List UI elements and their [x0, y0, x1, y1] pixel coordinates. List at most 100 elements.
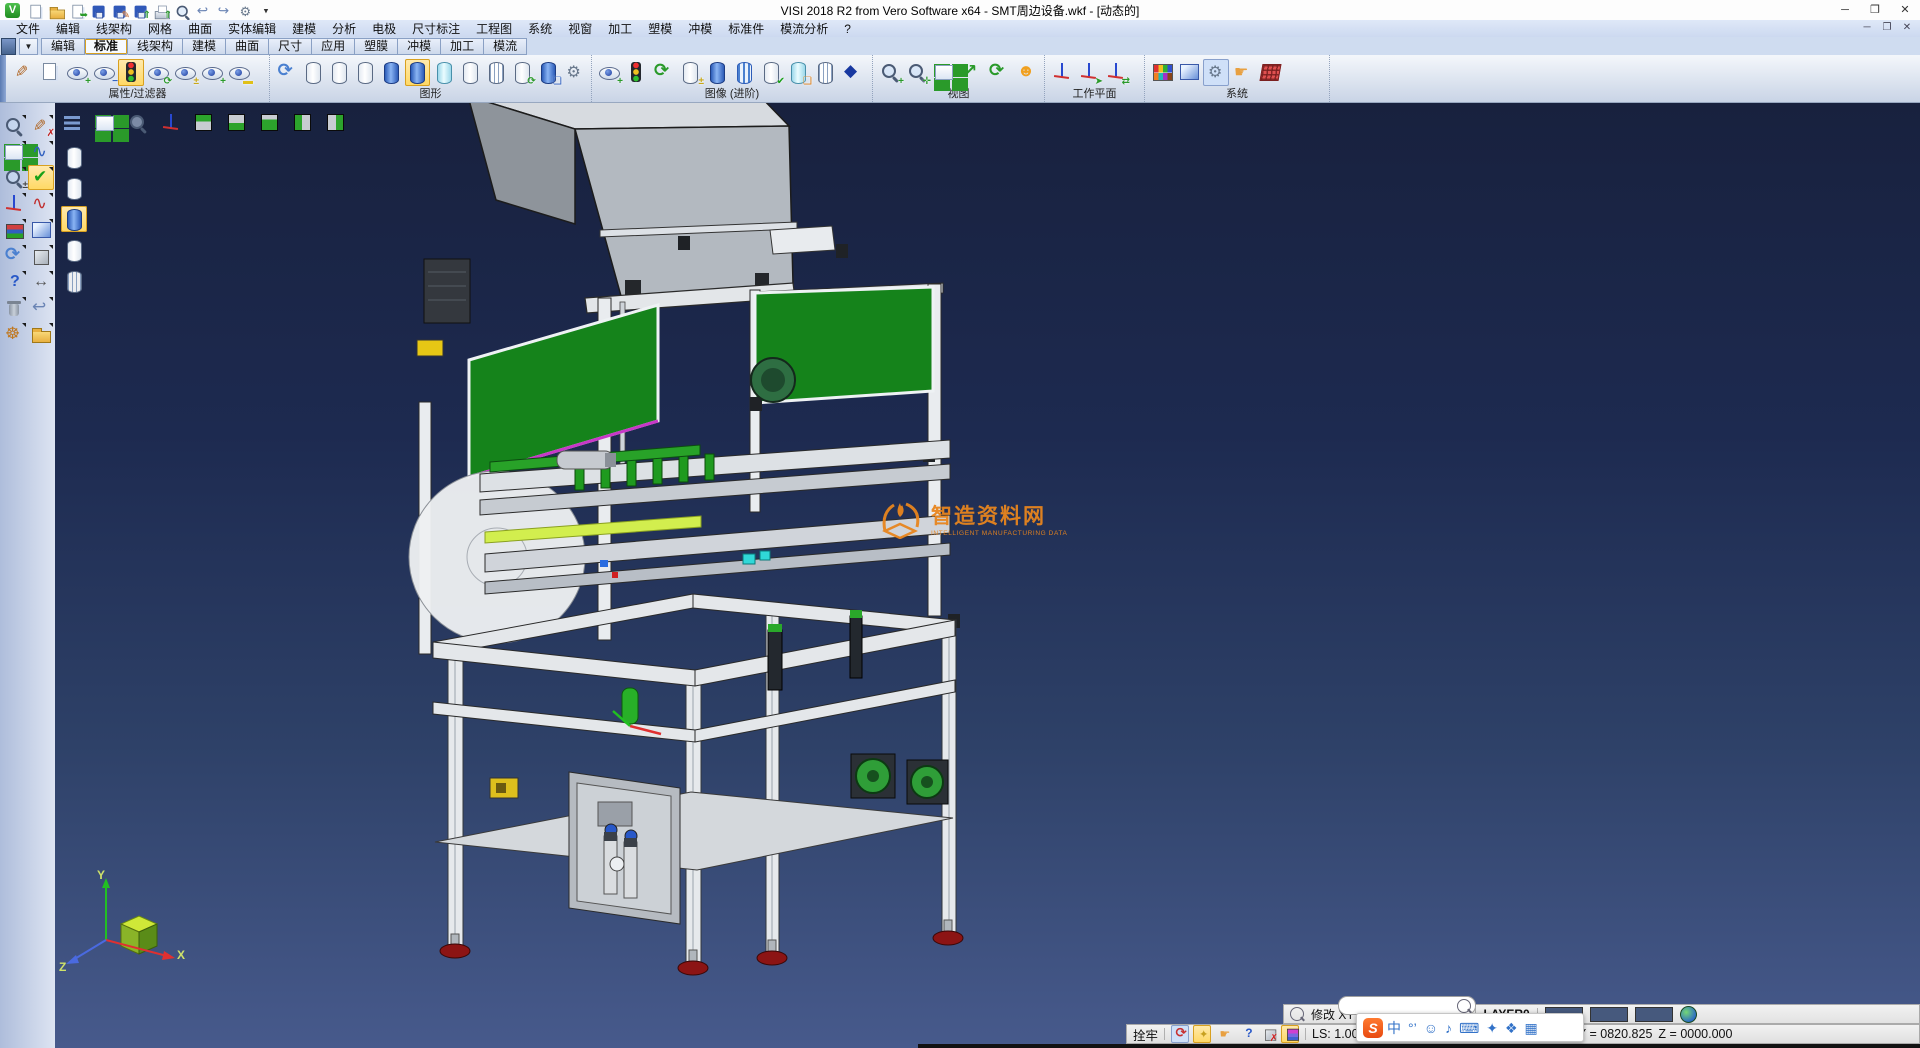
menu-item[interactable]: 文件	[8, 20, 48, 37]
filter-traffic-light-icon[interactable]	[118, 59, 144, 86]
copy-shading-icon[interactable]: ❏	[536, 59, 561, 86]
snap-rotate-icon[interactable]	[1171, 1025, 1189, 1043]
erase-entities-icon[interactable]: ✗	[28, 113, 54, 138]
dashed-hidden-mode-icon[interactable]	[353, 59, 378, 86]
advanced-refresh-icon[interactable]	[650, 59, 676, 86]
measure-distance-icon[interactable]	[28, 269, 54, 294]
view-top-icon[interactable]	[191, 110, 217, 136]
lock-toggle[interactable]: 拴牢	[1133, 1025, 1158, 1044]
menu-item[interactable]: 网格	[140, 20, 180, 37]
workplane-align-icon[interactable]: ⇄	[1103, 59, 1129, 86]
3d-viewport[interactable]: Y X Z 智造资料网 INTELLIGENT MANUFACTURING DA…	[55, 102, 1920, 1048]
sogou-logo-icon[interactable]: S	[1363, 1018, 1383, 1038]
ime-lang-icon[interactable]: 中	[1387, 1021, 1401, 1035]
menu-item[interactable]: ?	[836, 22, 859, 36]
selection-frame-icon[interactable]	[1, 139, 27, 164]
menu-item[interactable]: 分析	[324, 20, 364, 37]
axonometric-view-icon[interactable]	[158, 110, 184, 136]
ribbon-tab[interactable]: 应用	[312, 38, 355, 55]
status-help-icon[interactable]	[1237, 1025, 1255, 1043]
system-grid-icon[interactable]	[1257, 59, 1283, 86]
ribbon-tab[interactable]: 模流	[484, 38, 527, 55]
solid-prism-icon[interactable]	[839, 59, 865, 86]
ime-voice-icon[interactable]: ♪	[1445, 1021, 1452, 1035]
save-icon[interactable]	[87, 0, 108, 20]
translucent-mode-icon[interactable]	[431, 59, 456, 86]
tab-dropdown-button[interactable]: ▼	[19, 38, 38, 55]
menu-item[interactable]: 冲模	[680, 20, 720, 37]
menu-item[interactable]: 线架构	[88, 20, 140, 37]
import-file-icon[interactable]: ➥	[66, 0, 87, 20]
show-all-icon[interactable]: +	[199, 59, 225, 86]
ime-menu-icon[interactable]: ▦	[1525, 1021, 1538, 1035]
copy-attributes-icon[interactable]	[37, 59, 63, 86]
grid-snap-icon[interactable]	[1215, 1025, 1233, 1043]
ime-punctuation-icon[interactable]: °’	[1408, 1021, 1417, 1035]
menu-item[interactable]: 系统	[520, 20, 560, 37]
flat-mode-icon[interactable]	[457, 59, 482, 86]
tagged-display-icon[interactable]: ❑	[785, 59, 811, 86]
advanced-toggle-icon[interactable]: ±	[677, 59, 703, 86]
wire-display-icon[interactable]	[812, 59, 838, 86]
display-flat-icon[interactable]	[61, 237, 87, 263]
open-file-icon[interactable]	[45, 0, 66, 20]
save-all-icon[interactable]: ⇑	[129, 0, 150, 20]
new-file-icon[interactable]	[24, 0, 45, 20]
close-button[interactable]: ✕	[1890, 0, 1920, 20]
workplane-move-icon[interactable]: ➤	[1076, 59, 1102, 86]
navigation-wheel-icon[interactable]	[1, 321, 27, 346]
ime-keyboard-icon[interactable]: ⌨	[1459, 1021, 1479, 1035]
ribbon-tab[interactable]: 标准	[85, 38, 128, 55]
display-wireframe-icon[interactable]	[61, 144, 87, 170]
toggle-visibility-icon[interactable]: ±	[172, 59, 198, 86]
workplane-create-icon[interactable]	[1049, 59, 1075, 86]
view-bottom-icon[interactable]	[224, 110, 250, 136]
zoom-window-icon[interactable]: +	[877, 59, 903, 86]
display-shaded-icon[interactable]	[61, 206, 87, 232]
validate-icon[interactable]	[28, 165, 54, 190]
wireframe-mode-icon[interactable]	[300, 59, 325, 86]
mdi-close-button[interactable]: ✕	[1898, 22, 1916, 33]
maximize-button[interactable]: ❐	[1860, 0, 1890, 20]
menu-item[interactable]: 电极	[364, 20, 404, 37]
render-view-icon[interactable]	[1012, 59, 1038, 86]
ribbon-tab[interactable]: 冲模	[398, 38, 441, 55]
fit-view-icon[interactable]	[92, 110, 118, 136]
undo-action-icon[interactable]	[28, 295, 54, 320]
zoom-plus-minus-icon[interactable]: ±	[1, 165, 27, 190]
zoom-dynamic-icon[interactable]	[125, 110, 151, 136]
ribbon-tab[interactable]: 建模	[183, 38, 226, 55]
search-entities-icon[interactable]	[1, 113, 27, 138]
ucs-axis-icon[interactable]	[1, 191, 27, 216]
view-left-icon[interactable]	[290, 110, 316, 136]
attribute-library-icon[interactable]	[1, 217, 27, 242]
save-as-icon[interactable]: ✎	[108, 0, 129, 20]
open-project-icon[interactable]	[28, 321, 54, 346]
regen-shading-icon[interactable]	[274, 59, 299, 86]
viewport-menu-icon[interactable]	[59, 110, 85, 136]
hide-all-icon[interactable]: ▬	[226, 59, 252, 86]
menu-item[interactable]: 曲面	[180, 20, 220, 37]
menu-item[interactable]: 实体编辑	[220, 20, 284, 37]
mdi-minimize-button[interactable]: ─	[1858, 22, 1876, 33]
ribbon-tab[interactable]: 线架构	[128, 38, 183, 55]
ribbon-tab[interactable]: 尺寸	[269, 38, 312, 55]
zoom-extents-icon[interactable]	[958, 59, 984, 86]
shaded-edges-mode-icon[interactable]	[405, 59, 430, 86]
color-swatch[interactable]	[1590, 1007, 1628, 1022]
hidden-line-mode-icon[interactable]	[326, 59, 351, 86]
hide-entities-icon[interactable]: −	[91, 59, 117, 86]
view-front-icon[interactable]	[257, 110, 283, 136]
system-select-icon[interactable]	[1230, 59, 1256, 86]
menu-item[interactable]: 建模	[284, 20, 324, 37]
system-options-icon[interactable]	[1203, 59, 1229, 86]
menu-item[interactable]: 编辑	[48, 20, 88, 37]
edit-attributes-icon[interactable]	[10, 59, 36, 86]
zoom-scale-icon[interactable]	[931, 59, 957, 86]
mesh-mode-icon[interactable]	[483, 59, 508, 86]
menu-item[interactable]: 模流分析	[772, 20, 836, 37]
menu-item[interactable]: 视窗	[560, 20, 600, 37]
ime-skin-icon[interactable]: ❖	[1505, 1021, 1518, 1035]
machine-model-3d[interactable]	[55, 102, 1920, 1048]
menu-item[interactable]: 加工	[600, 20, 640, 37]
